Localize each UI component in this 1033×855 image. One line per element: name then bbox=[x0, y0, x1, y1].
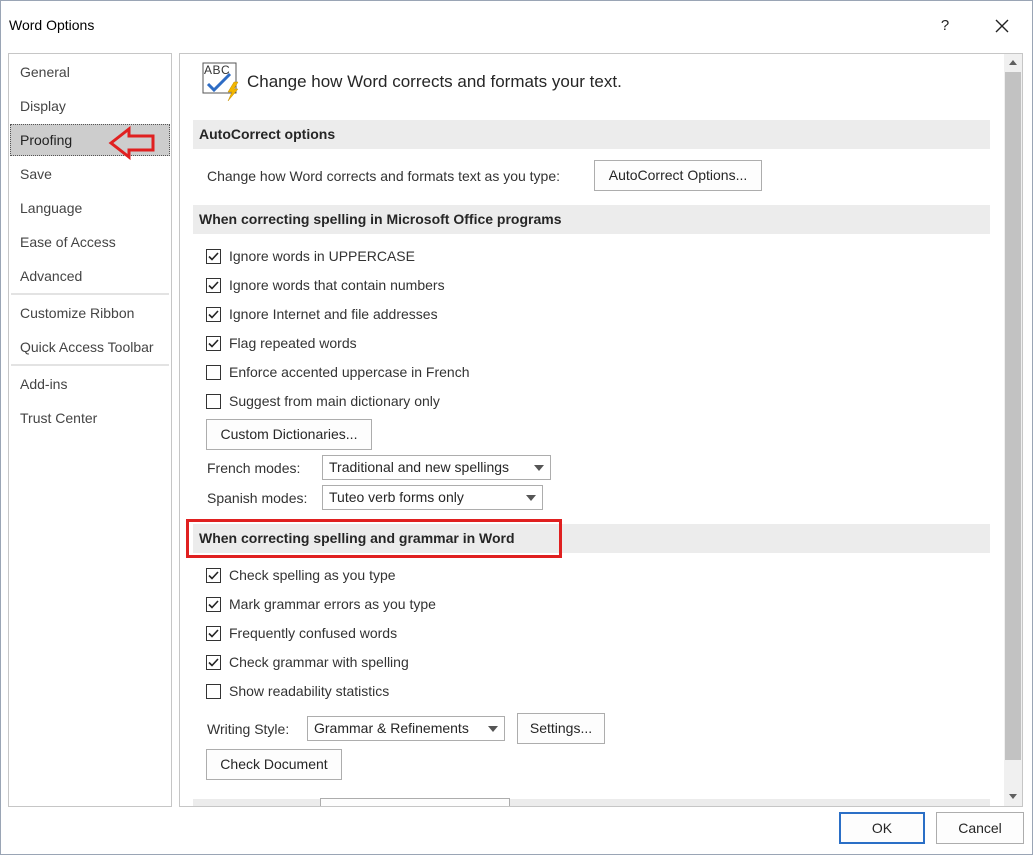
next-section-button-partial[interactable] bbox=[320, 798, 510, 806]
checkbox-ignore-uppercase[interactable]: Ignore words in UPPERCASE bbox=[206, 246, 415, 266]
checkbox-label: Flag repeated words bbox=[229, 335, 357, 351]
checkbox-box[interactable] bbox=[206, 596, 221, 612]
autocorrect-options-button[interactable]: AutoCorrect Options... bbox=[594, 160, 762, 191]
sidebar-item-save[interactable]: Save bbox=[10, 158, 170, 190]
writing-style-label: Writing Style: bbox=[207, 721, 290, 737]
ok-button[interactable]: OK bbox=[839, 812, 925, 844]
french-modes-value: Traditional and new spellings bbox=[329, 459, 510, 475]
close-icon bbox=[995, 19, 1009, 33]
checkmark-icon bbox=[208, 628, 219, 638]
custom-dictionaries-button[interactable]: Custom Dictionaries... bbox=[206, 419, 372, 450]
word-options-dialog: Word Options ? General Display Proofing … bbox=[0, 0, 1033, 855]
options-sidebar: General Display Proofing Save Language E… bbox=[8, 53, 172, 807]
scroll-thumb[interactable] bbox=[1005, 72, 1021, 760]
sidebar-item-quick-access-toolbar[interactable]: Quick Access Toolbar bbox=[10, 331, 170, 363]
writing-style-select[interactable]: Grammar & Refinements bbox=[307, 716, 505, 741]
checkmark-icon bbox=[208, 570, 219, 580]
checkbox-label: Frequently confused words bbox=[229, 625, 398, 641]
spanish-modes-select[interactable]: Tuteo verb forms only bbox=[322, 485, 543, 510]
chevron-down-icon bbox=[1009, 794, 1017, 799]
sidebar-item-ease-of-access[interactable]: Ease of Access bbox=[10, 226, 170, 258]
annotation-highlight-box bbox=[186, 519, 562, 558]
checkmark-icon bbox=[208, 251, 219, 261]
checkbox-box[interactable] bbox=[206, 567, 221, 583]
checkbox-box[interactable] bbox=[206, 393, 221, 409]
page-title: Change how Word corrects and formats you… bbox=[247, 72, 622, 91]
proofing-panel: ABC Change how Word corrects and formats… bbox=[179, 53, 1023, 807]
checkbox-label: Ignore words that contain numbers bbox=[229, 277, 445, 293]
help-button[interactable]: ? bbox=[931, 13, 959, 39]
checkbox-label: Enforce accented uppercase in French bbox=[229, 364, 470, 380]
checkbox-label: Mark grammar errors as you type bbox=[229, 596, 436, 612]
sidebar-item-language[interactable]: Language bbox=[10, 192, 170, 224]
checkbox-ignore-internet-addresses[interactable]: Ignore Internet and file addresses bbox=[206, 304, 438, 324]
next-section-header-partial bbox=[193, 799, 990, 806]
checkbox-flag-repeated-words[interactable]: Flag repeated words bbox=[206, 333, 357, 353]
checkbox-mark-grammar-errors[interactable]: Mark grammar errors as you type bbox=[206, 594, 436, 614]
checkbox-check-spelling-as-you-type[interactable]: Check spelling as you type bbox=[206, 565, 396, 585]
checkbox-label: Ignore Internet and file addresses bbox=[229, 306, 438, 322]
dialog-title: Word Options bbox=[9, 17, 95, 33]
chevron-down-icon bbox=[526, 495, 536, 501]
checkmark-icon bbox=[208, 599, 219, 609]
scroll-up-button[interactable] bbox=[1004, 54, 1022, 71]
checkbox-box[interactable] bbox=[206, 625, 221, 641]
checkbox-enforce-accented-uppercase[interactable]: Enforce accented uppercase in French bbox=[206, 362, 469, 382]
sidebar-divider bbox=[11, 293, 169, 295]
section-autocorrect-title: AutoCorrect options bbox=[193, 120, 990, 149]
sidebar-item-trust-center[interactable]: Trust Center bbox=[10, 402, 170, 434]
checkbox-box[interactable] bbox=[206, 277, 221, 293]
chevron-up-icon bbox=[1009, 60, 1017, 65]
spanish-modes-label: Spanish modes: bbox=[207, 490, 308, 506]
autocorrect-description: Change how Word corrects and formats tex… bbox=[207, 168, 561, 184]
sidebar-item-general[interactable]: General bbox=[10, 56, 170, 88]
chevron-down-icon bbox=[534, 465, 544, 471]
sidebar-item-customize-ribbon[interactable]: Customize Ribbon bbox=[10, 297, 170, 329]
checkbox-box[interactable] bbox=[206, 306, 221, 322]
close-button[interactable] bbox=[986, 11, 1018, 41]
checkbox-label: Check grammar with spelling bbox=[229, 654, 409, 670]
checkbox-check-grammar-with-spelling[interactable]: Check grammar with spelling bbox=[206, 652, 409, 672]
checkbox-ignore-numbers[interactable]: Ignore words that contain numbers bbox=[206, 275, 445, 295]
sidebar-item-display[interactable]: Display bbox=[10, 90, 170, 122]
checkbox-box[interactable] bbox=[206, 683, 221, 699]
chevron-down-icon bbox=[488, 726, 498, 732]
checkbox-show-readability-statistics[interactable]: Show readability statistics bbox=[206, 681, 389, 701]
checkbox-label: Ignore words in UPPERCASE bbox=[229, 248, 415, 264]
checkbox-suggest-main-dictionary[interactable]: Suggest from main dictionary only bbox=[206, 391, 440, 411]
check-document-button[interactable]: Check Document bbox=[206, 749, 342, 780]
checkbox-label: Suggest from main dictionary only bbox=[229, 393, 440, 409]
scroll-down-button[interactable] bbox=[1004, 788, 1022, 805]
french-modes-select[interactable]: Traditional and new spellings bbox=[322, 455, 551, 480]
checkbox-label: Show readability statistics bbox=[229, 683, 390, 699]
checkmark-icon bbox=[208, 657, 219, 667]
checkbox-box[interactable] bbox=[206, 654, 221, 670]
writing-style-settings-button[interactable]: Settings... bbox=[517, 713, 605, 744]
title-bar: Word Options ? bbox=[1, 1, 1032, 51]
checkbox-box[interactable] bbox=[206, 364, 221, 380]
checkmark-icon bbox=[208, 309, 219, 319]
section-office-spelling-title: When correcting spelling in Microsoft Of… bbox=[193, 205, 990, 234]
abc-icon-label: ABC bbox=[204, 63, 231, 77]
checkbox-label: Check spelling as you type bbox=[229, 567, 396, 583]
checkbox-frequently-confused-words[interactable]: Frequently confused words bbox=[206, 623, 397, 643]
checkmark-icon bbox=[208, 280, 219, 290]
annotation-arrow-icon bbox=[108, 125, 155, 161]
checkbox-box[interactable] bbox=[206, 335, 221, 351]
spanish-modes-value: Tuteo verb forms only bbox=[329, 489, 464, 505]
sidebar-item-add-ins[interactable]: Add-ins bbox=[10, 368, 170, 400]
content-scrollbar[interactable] bbox=[1004, 54, 1022, 806]
writing-style-value: Grammar & Refinements bbox=[314, 720, 469, 736]
sidebar-item-advanced[interactable]: Advanced bbox=[10, 260, 170, 292]
checkbox-box[interactable] bbox=[206, 248, 221, 264]
checkmark-icon bbox=[208, 338, 219, 348]
french-modes-label: French modes: bbox=[207, 460, 301, 476]
cancel-button[interactable]: Cancel bbox=[936, 812, 1024, 844]
sidebar-divider bbox=[11, 364, 169, 366]
